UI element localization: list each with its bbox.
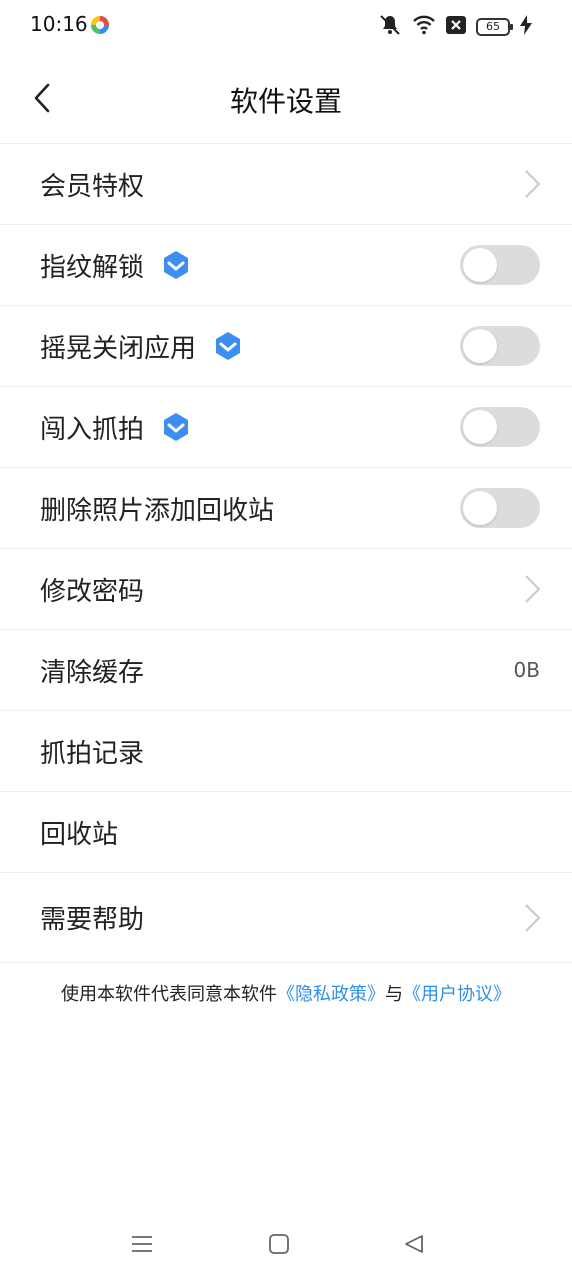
shake-close-toggle[interactable] [460, 326, 540, 366]
menu-icon [132, 1236, 152, 1252]
settings-row-help[interactable]: 需要帮助 [0, 873, 572, 963]
delete-to-trash-label: 删除照片添加回收站 [40, 495, 275, 526]
shake-close-label: 摇晃关闭应用 [40, 333, 197, 364]
home-square-icon [269, 1234, 289, 1254]
back-triangle-icon [405, 1235, 423, 1253]
settings-row-recycle-bin[interactable]: 回收站 [0, 792, 572, 873]
toggle-knob [463, 248, 497, 282]
app-logo-icon [90, 15, 110, 35]
help-label: 需要帮助 [40, 905, 145, 935]
delete-to-trash-toggle[interactable] [460, 488, 540, 528]
recycle-bin-label: 回收站 [40, 819, 119, 850]
page-title: 软件设置 [229, 85, 342, 118]
vip-diamond-icon [160, 249, 192, 281]
intruder-photo-toggle[interactable] [460, 407, 540, 447]
toggle-knob [463, 491, 497, 525]
charging-icon [520, 15, 532, 39]
chevron-right-icon [525, 575, 541, 603]
member-label: 会员特权 [40, 171, 145, 202]
fingerprint-toggle[interactable] [460, 245, 540, 285]
settings-row-capture-records[interactable]: 抓拍记录 [0, 711, 572, 792]
header: 软件设置 [0, 52, 572, 144]
vip-diamond-icon [160, 411, 192, 443]
status-time: 10:16 [30, 12, 88, 36]
back-nav-button[interactable] [398, 1228, 430, 1260]
settings-row-member[interactable]: 会员特权 [0, 144, 572, 225]
settings-row-intruder-photo: 闯入抓拍 [0, 387, 572, 468]
clear-cache-label: 清除缓存 [40, 657, 145, 688]
toggle-knob [463, 410, 497, 444]
fingerprint-label: 指纹解锁 [40, 252, 145, 283]
mute-icon [378, 14, 402, 40]
chevron-right-icon [525, 170, 541, 198]
intruder-photo-label: 闯入抓拍 [40, 414, 145, 445]
agreement-conjunction: 与 [385, 984, 403, 1005]
settings-row-clear-cache[interactable]: 清除缓存 0B [0, 630, 572, 711]
settings-row-change-password[interactable]: 修改密码 [0, 549, 572, 630]
cache-size-value: 0B [513, 658, 540, 682]
privacy-policy-link[interactable]: 《隐私政策》 [277, 984, 385, 1005]
recents-button[interactable] [126, 1228, 158, 1260]
home-button[interactable] [263, 1228, 295, 1260]
settings-row-delete-to-trash: 删除照片添加回收站 [0, 468, 572, 549]
status-bar: 10:16 65 [0, 0, 572, 52]
agreement-prefix: 使用本软件代表同意本软件 [61, 984, 277, 1005]
toggle-knob [463, 329, 497, 363]
agreement-notice: 使用本软件代表同意本软件《隐私政策》与《用户协议》 [0, 980, 572, 1006]
settings-row-fingerprint: 指纹解锁 [0, 225, 572, 306]
settings-list: 会员特权 指纹解锁 摇晃关闭应用 闯入抓拍 删除照片添加回收站 修改密码 清除缓… [0, 144, 572, 963]
change-password-label: 修改密码 [40, 576, 145, 607]
settings-row-shake-close: 摇晃关闭应用 [0, 306, 572, 387]
vip-diamond-icon [212, 330, 244, 362]
status-icons: 65 [378, 14, 532, 40]
battery-icon: 65 [476, 18, 513, 36]
chevron-right-icon [525, 903, 541, 932]
system-nav-bar [0, 1210, 572, 1280]
user-agreement-link[interactable]: 《用户协议》 [403, 984, 511, 1005]
no-sim-icon [446, 16, 466, 38]
capture-records-label: 抓拍记录 [40, 738, 145, 769]
wifi-icon [412, 15, 436, 39]
